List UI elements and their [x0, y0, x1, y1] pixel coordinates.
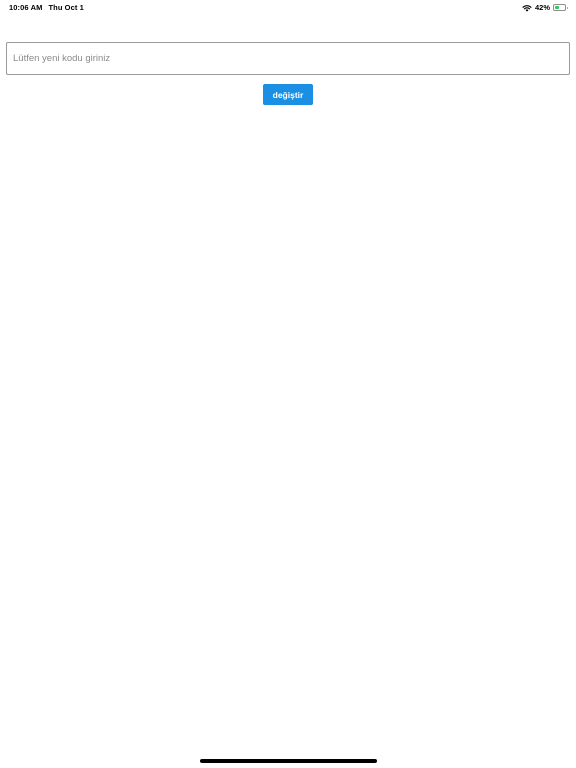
- battery-icon: [553, 4, 568, 11]
- home-indicator[interactable]: [200, 759, 377, 763]
- status-time: 10:06 AM: [9, 3, 43, 12]
- battery-level: [555, 6, 559, 9]
- screen: 10:06 AM Thu Oct 1 42% değiştir: [0, 0, 576, 768]
- status-date: Thu Oct 1: [48, 3, 84, 12]
- wifi-icon: [522, 4, 532, 12]
- new-code-input[interactable]: [6, 42, 570, 75]
- status-right: 42%: [522, 3, 568, 12]
- battery-percent: 42%: [534, 3, 550, 12]
- status-bar: 10:06 AM Thu Oct 1 42%: [0, 0, 576, 14]
- battery-cap: [566, 6, 568, 9]
- change-button[interactable]: değiştir: [263, 84, 313, 105]
- status-left: 10:06 AM Thu Oct 1: [9, 3, 84, 12]
